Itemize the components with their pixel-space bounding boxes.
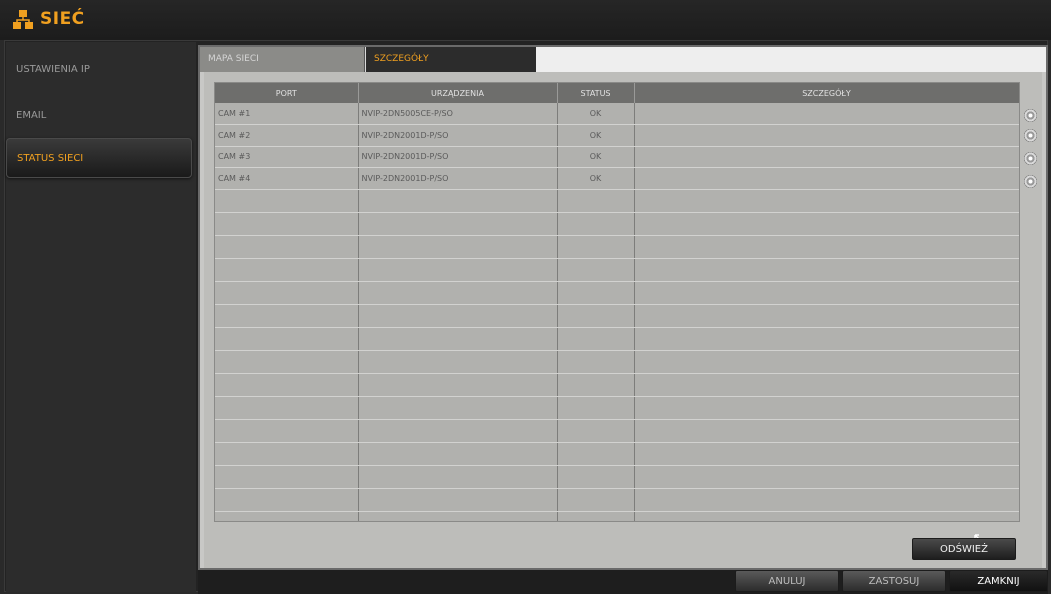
tab-details[interactable]: SZCZEGÓŁY: [366, 47, 536, 72]
table-row-empty: [215, 212, 1019, 236]
table-row-empty: [215, 465, 1019, 489]
sidebar: USTAWIENIA IP EMAIL STATUS SIECI: [6, 42, 196, 592]
close-button[interactable]: ZAMKNIJ: [949, 570, 1048, 592]
cell-details: [634, 146, 1019, 168]
cell-status: OK: [557, 103, 635, 125]
network-icon: [13, 10, 33, 29]
table-row-empty: [215, 189, 1019, 213]
table-row-empty: [215, 488, 1019, 512]
table-row-empty: [215, 350, 1019, 374]
row-2-gear-icon[interactable]: [1024, 129, 1037, 142]
cell-status: OK: [557, 124, 635, 147]
cell-port: CAM #4: [215, 167, 359, 190]
tab-bar-filler: [536, 47, 1046, 72]
refresh-button[interactable]: ODŚWIEŻ: [912, 538, 1016, 560]
row-4-gear-icon[interactable]: [1024, 175, 1037, 188]
window-title: SIEĆ: [40, 9, 85, 29]
cell-port: CAM #1: [215, 103, 359, 125]
cell-details: [634, 167, 1019, 190]
table-row-empty: [215, 235, 1019, 259]
table-row[interactable]: CAM #1 NVIP-2DN5005CE-P/SO OK: [215, 103, 1019, 125]
cancel-button[interactable]: ANULUJ: [735, 570, 839, 592]
table-row-empty: [215, 511, 1019, 521]
sidebar-item-label: STATUS SIECI: [17, 153, 84, 164]
cell-device: NVIP-2DN2001D-P/SO: [358, 124, 558, 147]
cell-device: NVIP-2DN5005CE-P/SO: [358, 103, 558, 125]
row-1-gear-icon[interactable]: [1024, 109, 1037, 122]
table-row-empty: [215, 373, 1019, 397]
apply-button[interactable]: ZASTOSUJ: [842, 570, 946, 592]
sidebar-item-ip-settings[interactable]: USTAWIENIA IP: [6, 50, 192, 90]
table-row-empty: [215, 442, 1019, 466]
cell-device: NVIP-2DN2001D-P/SO: [358, 146, 558, 168]
cell-port: CAM #3: [215, 146, 359, 168]
content-area: MAPA SIECI SZCZEGÓŁY PORT URZĄDZENIA STA…: [198, 45, 1048, 570]
sidebar-item-label: EMAIL: [16, 110, 47, 121]
column-header-port[interactable]: PORT: [215, 83, 359, 103]
status-table: PORT URZĄDZENIA STATUS SZCZEGÓŁY CAM #1 …: [214, 82, 1020, 522]
column-header-details[interactable]: SZCZEGÓŁY: [634, 83, 1019, 103]
column-header-status[interactable]: STATUS: [557, 83, 635, 103]
sidebar-item-label: USTAWIENIA IP: [16, 64, 90, 75]
title-bar: SIEĆ: [0, 0, 1051, 40]
cell-details: [634, 124, 1019, 147]
tab-network-map[interactable]: MAPA SIECI: [200, 47, 365, 72]
sidebar-item-email[interactable]: EMAIL: [6, 96, 192, 136]
table-row[interactable]: CAM #4 NVIP-2DN2001D-P/SO OK: [215, 167, 1019, 190]
table-row[interactable]: CAM #2 NVIP-2DN2001D-P/SO OK: [215, 124, 1019, 147]
table-row-empty: [215, 281, 1019, 305]
details-panel: PORT URZĄDZENIA STATUS SZCZEGÓŁY CAM #1 …: [204, 72, 1042, 568]
cell-status: OK: [557, 146, 635, 168]
column-header-devices[interactable]: URZĄDZENIA: [358, 83, 558, 103]
cell-device: NVIP-2DN2001D-P/SO: [358, 167, 558, 190]
table-row-empty: [215, 396, 1019, 420]
table-row-empty: [215, 304, 1019, 328]
cell-status: OK: [557, 167, 635, 190]
table-row-empty: [215, 327, 1019, 351]
cell-details: [634, 103, 1019, 125]
sidebar-item-network-status[interactable]: STATUS SIECI: [6, 138, 192, 178]
row-3-gear-icon[interactable]: [1024, 152, 1037, 165]
table-row-empty: [215, 419, 1019, 443]
table-row-empty: [215, 258, 1019, 282]
tab-bar: MAPA SIECI SZCZEGÓŁY: [200, 47, 1046, 72]
cell-port: CAM #2: [215, 124, 359, 147]
table-row[interactable]: CAM #3 NVIP-2DN2001D-P/SO OK: [215, 146, 1019, 168]
table-header: PORT URZĄDZENIA STATUS SZCZEGÓŁY: [215, 83, 1019, 103]
